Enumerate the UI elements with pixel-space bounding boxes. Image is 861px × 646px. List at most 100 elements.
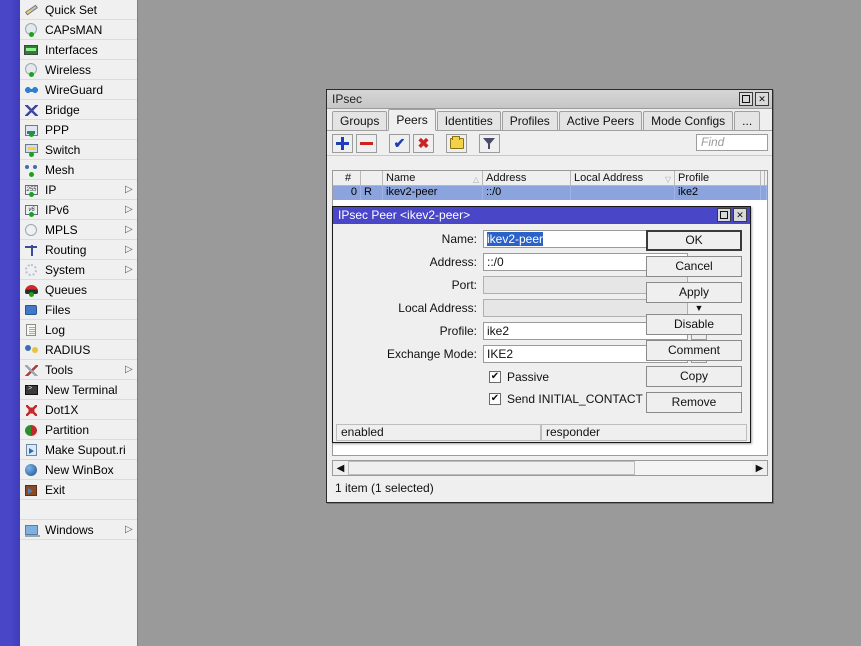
scroll-left-icon[interactable]: ◀ [333, 461, 348, 475]
chevron-right-icon: ▷ [125, 223, 133, 235]
sidebar-item-dot1x[interactable]: Dot1X [20, 400, 137, 420]
sidebar-item-tools[interactable]: Tools ▷ [20, 360, 137, 380]
label-address: Address: [429, 255, 477, 269]
disable-button[interactable]: ✖ [413, 133, 434, 153]
tab-peers[interactable]: Peers [388, 109, 436, 131]
sidebar-item-files[interactable]: Files [20, 300, 137, 320]
exit-icon [24, 483, 40, 497]
quick-set-icon [24, 3, 40, 17]
maximize-icon[interactable] [739, 92, 753, 106]
table-row[interactable]: 0 Rikev2-peer::/0 ike2 [333, 186, 767, 200]
field-row-name: Name: ikev2-peer [333, 228, 688, 250]
remove-button[interactable]: Remove [646, 392, 742, 413]
field-row-profile: Profile: ike2 [333, 320, 707, 342]
column-header-local-address[interactable]: Local Address ▽ [571, 171, 675, 185]
cell-num: 0 [333, 186, 361, 200]
ok-button[interactable]: OK [646, 230, 742, 251]
files-icon [24, 303, 40, 317]
apply-button[interactable]: Apply [646, 282, 742, 303]
log-icon [24, 323, 40, 337]
sidebar-item-interfaces[interactable]: Interfaces [20, 40, 137, 60]
checkbox-passive[interactable]: ✔ [489, 371, 501, 383]
checkbox-row-passive[interactable]: ✔ Passive [333, 366, 651, 388]
sidebar-item-system[interactable]: System ▷ [20, 260, 137, 280]
peers-table-header: # Name △ Address Local Address ▽ Profile [333, 171, 767, 186]
ipv6-icon: v6 [24, 203, 40, 217]
column-header-address[interactable]: Address [483, 171, 571, 185]
tab-mode-configs[interactable]: Mode Configs [643, 111, 734, 130]
peer-dialog-status: enabled responder [336, 424, 747, 441]
scrollbar-thumb[interactable] [348, 461, 635, 475]
tab-profiles[interactable]: Profiles [501, 111, 558, 130]
ipsec-peer-dialog[interactable]: IPsec Peer <ikev2-peer> ✕ Name: ikev2-pee… [332, 206, 751, 443]
sidebar-item-ppp[interactable]: PPP [20, 120, 137, 140]
sidebar-item-queues[interactable]: Queues [20, 280, 137, 300]
sidebar-item-wireguard[interactable]: WireGuard [20, 80, 137, 100]
sidebar-item-exit[interactable]: Exit [20, 480, 137, 500]
tab-active-peers[interactable]: Active Peers [558, 111, 643, 130]
disable-button[interactable]: Disable [646, 314, 742, 335]
sidebar-item-routing[interactable]: Routing ▷ [20, 240, 137, 260]
checkbox-send-initial-contact[interactable]: ✔ [489, 393, 501, 405]
sidebar-item-radius[interactable]: RADIUS [20, 340, 137, 360]
ipsec-window-titlebar[interactable]: IPsec ✕ [327, 90, 772, 109]
sidebar-item-label: System [45, 262, 86, 277]
sidebar-item-new-terminal[interactable]: New Terminal [20, 380, 137, 400]
tab-groups[interactable]: Groups [332, 111, 388, 130]
enable-button[interactable]: ✔ [389, 133, 410, 153]
comment-button[interactable]: Comment [646, 340, 742, 361]
sidebar-item-make-supout-rif[interactable]: Make Supout.rif [20, 440, 137, 460]
checkbox-row-send-initial-contact[interactable]: ✔ Send INITIAL_CONTACT [333, 388, 651, 410]
sidebar-item-label: Quick Set [45, 2, 98, 17]
sidebar-item-bridge[interactable]: Bridge [20, 100, 137, 120]
sidebar-item-label: RADIUS [45, 342, 91, 357]
ipsec-status-bar: 1 item (1 selected) [332, 479, 768, 497]
column-header--[interactable]: # [333, 171, 361, 185]
ipsec-window-controls: ✕ [739, 92, 769, 106]
sidebar-item-new-winbox[interactable]: New WinBox [20, 460, 137, 480]
sidebar-item-mesh[interactable]: Mesh [20, 160, 137, 180]
sidebar-item-windows[interactable]: Windows ▷ [20, 520, 137, 540]
partition-icon [24, 423, 40, 437]
winbox-icon [24, 463, 40, 477]
column-chooser-icon[interactable] [765, 171, 767, 185]
sidebar-item-switch[interactable]: Switch [20, 140, 137, 160]
comment-button[interactable] [446, 133, 467, 153]
copy-button[interactable]: Copy [646, 366, 742, 387]
sidebar-item-label: Queues [45, 282, 88, 297]
column-header-flags[interactable] [361, 171, 383, 185]
sidebar-item-ip[interactable]: 255 IP ▷ [20, 180, 137, 200]
sidebar-item-capsman[interactable]: CAPsMAN [20, 20, 137, 40]
sidebar-item-log[interactable]: Log [20, 320, 137, 340]
column-header-name[interactable]: Name △ [383, 171, 483, 185]
sidebar-item-label: Interfaces [45, 42, 98, 57]
scrollbar-track[interactable] [348, 461, 752, 475]
search-input[interactable]: Find [696, 134, 768, 151]
sidebar-item-partition[interactable]: Partition [20, 420, 137, 440]
close-icon[interactable]: ✕ [755, 92, 769, 106]
remove-button[interactable] [356, 133, 377, 153]
maximize-icon[interactable] [717, 208, 731, 222]
tab-[interactable]: ... [734, 111, 761, 130]
peer-dialog-titlebar[interactable]: IPsec Peer <ikev2-peer> ✕ [333, 207, 750, 224]
cell-flags: R [361, 186, 383, 200]
horizontal-scrollbar[interactable]: ◀ ▶ [332, 460, 768, 476]
capsman-icon [24, 22, 40, 37]
label-profile: Profile: [439, 324, 477, 338]
filter-button[interactable] [479, 133, 500, 153]
add-button[interactable] [332, 133, 353, 153]
scroll-right-icon[interactable]: ▶ [752, 461, 767, 475]
sidebar-item-mpls[interactable]: MPLS ▷ [20, 220, 137, 240]
sidebar-item-label: Mesh [45, 162, 75, 177]
checkbox-label-passive: Passive [507, 370, 550, 384]
ppp-icon [24, 123, 40, 137]
tab-identities[interactable]: Identities [436, 111, 501, 130]
sidebar-item-label: WireGuard [45, 82, 104, 97]
sidebar-item-ipv6[interactable]: v6 IPv6 ▷ [20, 200, 137, 220]
close-icon[interactable]: ✕ [733, 208, 747, 222]
column-header-profile[interactable]: Profile [675, 171, 761, 185]
cancel-button[interactable]: Cancel [646, 256, 742, 277]
sidebar-item-quick-set[interactable]: Quick Set [20, 0, 137, 20]
field-row-exchange-mode: Exchange Mode: IKE2 [333, 343, 707, 365]
sidebar-item-wireless[interactable]: Wireless [20, 60, 137, 80]
